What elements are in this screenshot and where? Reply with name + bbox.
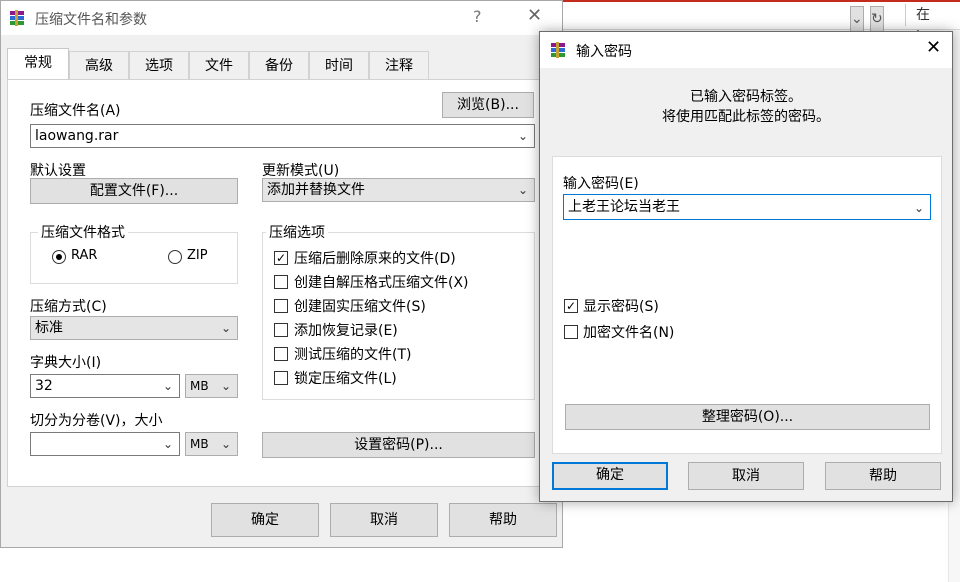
winrar-app-icon xyxy=(551,42,565,58)
encrypt-names-checkbox[interactable] xyxy=(564,325,578,339)
sfx-checkbox[interactable] xyxy=(274,275,288,289)
split-unit-value: MB xyxy=(190,437,209,451)
chevron-down-icon: ⌄ xyxy=(517,183,528,197)
password-dialog: 输入密码 ✕ 已输入密码标签。 将使用匹配此标签的密码。 输入密码(E) 上老王… xyxy=(539,31,953,502)
tab-backup[interactable]: 备份 xyxy=(249,51,309,79)
test-label: 测试压缩的文件(T) xyxy=(294,347,412,363)
help-icon[interactable]: ? xyxy=(473,7,482,26)
close-icon[interactable]: ✕ xyxy=(926,37,941,58)
lock-checkbox[interactable] xyxy=(274,371,288,385)
delete-after-checkbox[interactable]: ✓ xyxy=(274,251,288,265)
dict-value: 32 xyxy=(35,378,53,394)
archive-name-label: 压缩文件名(A) xyxy=(30,103,121,119)
set-password-button[interactable]: 设置密码(P)... xyxy=(262,432,535,458)
chevron-down-icon: ⌄ xyxy=(517,129,528,143)
format-group-title: 压缩文件格式 xyxy=(38,222,128,242)
password-value: 上老王论坛当老王 xyxy=(568,199,680,215)
show-password-checkbox[interactable]: ✓ xyxy=(564,299,578,313)
delete-after-label: 压缩后删除原来的文件(D) xyxy=(294,251,456,267)
archive-name-value: laowang.rar xyxy=(35,128,119,144)
tab-options[interactable]: 选项 xyxy=(129,51,189,79)
update-mode-select[interactable]: 添加并替换文件 ⌄ xyxy=(262,178,535,202)
options-group-title: 压缩选项 xyxy=(266,222,328,242)
zip-radio[interactable] xyxy=(168,250,182,264)
password-cancel-button[interactable]: 取消 xyxy=(688,462,804,490)
update-mode-value: 添加并替换文件 xyxy=(267,182,365,198)
rar-label: RAR xyxy=(71,248,98,263)
background-browser-toolbar: ⌄ ↻ xyxy=(560,0,960,32)
split-combo[interactable]: ⌄ xyxy=(30,432,180,456)
browse-button[interactable]: 浏览(B)... xyxy=(442,92,534,118)
encrypt-names-label: 加密文件名(N) xyxy=(583,325,675,341)
dict-unit-value: MB xyxy=(190,379,209,393)
chevron-down-icon: ⌄ xyxy=(162,379,173,393)
dict-combo[interactable]: 32 ⌄ xyxy=(30,374,180,398)
ok-button[interactable]: 确定 xyxy=(211,503,319,537)
dict-label: 字典大小(I) xyxy=(30,355,102,371)
tab-files[interactable]: 文件 xyxy=(189,51,249,79)
archive-name-combo[interactable]: laowang.rar ⌄ xyxy=(30,124,535,148)
password-title-bar: 输入密码 ✕ xyxy=(540,32,952,68)
solid-checkbox[interactable] xyxy=(274,299,288,313)
chevron-down-icon: ⌄ xyxy=(220,379,231,393)
tab-time[interactable]: 时间 xyxy=(309,51,369,79)
browser-search-box[interactable]: 在 laow xyxy=(905,4,960,45)
tab-advanced[interactable]: 高级 xyxy=(69,51,129,79)
recovery-checkbox[interactable] xyxy=(274,323,288,337)
rar-radio[interactable] xyxy=(52,250,66,264)
tab-comment[interactable]: 注释 xyxy=(369,51,429,79)
dialog-title: 压缩文件名和参数 xyxy=(35,12,147,28)
close-icon[interactable]: ✕ xyxy=(527,5,542,26)
chevron-down-icon[interactable]: ⌄ xyxy=(850,6,864,32)
zip-label: ZIP xyxy=(187,248,208,263)
password-label: 输入密码(E) xyxy=(563,176,639,192)
tab-general[interactable]: 常规 xyxy=(7,48,69,79)
method-label: 压缩方式(C) xyxy=(30,299,107,315)
dict-unit-select[interactable]: MB ⌄ xyxy=(185,374,238,398)
cancel-button[interactable]: 取消 xyxy=(330,503,438,537)
split-label: 切分为分卷(V)，大小 xyxy=(30,413,163,429)
solid-label: 创建固实压缩文件(S) xyxy=(294,299,426,315)
password-panel: 输入密码(E) 上老王论坛当老王 ⌄ ✓ 显示密码(S) 加密文件名(N) 整理… xyxy=(552,156,942,454)
archive-params-dialog: 压缩文件名和参数 ? ✕ 常规 高级 选项 文件 备份 时间 注释 压缩文件名(… xyxy=(0,0,563,548)
accent-line xyxy=(560,0,960,2)
winrar-app-icon xyxy=(10,10,24,26)
lock-label: 锁定压缩文件(L) xyxy=(294,371,397,387)
recovery-label: 添加恢复记录(E) xyxy=(294,323,398,339)
split-unit-select[interactable]: MB ⌄ xyxy=(185,432,238,456)
info-line-1: 已输入密码标签。 xyxy=(690,89,802,105)
chevron-down-icon: ⌄ xyxy=(162,437,173,451)
show-password-label: 显示密码(S) xyxy=(583,299,659,315)
help-button[interactable]: 帮助 xyxy=(449,503,557,537)
refresh-icon[interactable]: ↻ xyxy=(870,6,884,32)
password-help-button[interactable]: 帮助 xyxy=(825,462,941,490)
method-select[interactable]: 标准 ⌄ xyxy=(30,316,238,340)
method-value: 标准 xyxy=(35,320,63,336)
password-info: 已输入密码标签。 将使用匹配此标签的密码。 xyxy=(540,68,952,152)
organize-passwords-button[interactable]: 整理密码(O)... xyxy=(565,404,930,430)
sfx-label: 创建自解压格式压缩文件(X) xyxy=(294,275,469,291)
info-line-2: 将使用匹配此标签的密码。 xyxy=(662,109,830,125)
update-mode-label: 更新模式(U) xyxy=(262,163,340,179)
password-input[interactable]: 上老王论坛当老王 ⌄ xyxy=(563,194,931,220)
chevron-down-icon: ⌄ xyxy=(913,201,924,215)
default-settings-label: 默认设置 xyxy=(30,163,86,179)
password-ok-button[interactable]: 确定 xyxy=(552,462,668,490)
password-dialog-title: 输入密码 xyxy=(576,44,632,60)
profiles-button[interactable]: 配置文件(F)... xyxy=(30,178,238,204)
test-checkbox[interactable] xyxy=(274,347,288,361)
title-bar: 压缩文件名和参数 ? ✕ xyxy=(1,1,562,35)
chevron-down-icon: ⌄ xyxy=(220,437,231,451)
chevron-down-icon: ⌄ xyxy=(220,321,231,335)
general-tab-panel: 压缩文件名(A) 浏览(B)... laowang.rar ⌄ 默认设置 配置文… xyxy=(7,79,556,487)
